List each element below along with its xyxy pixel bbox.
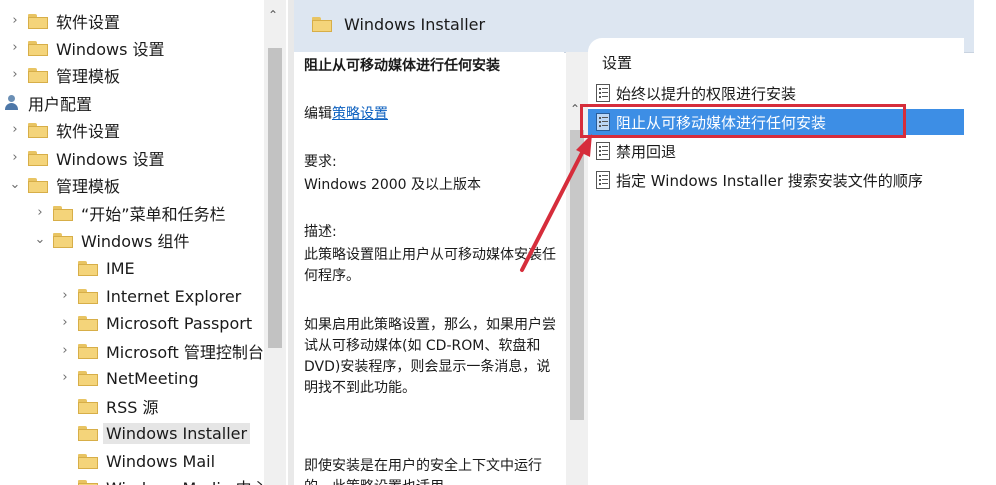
folder-icon (28, 122, 48, 138)
description-pane: 阻止从可移动媒体进行任何安装 编辑策略设置 要求: Windows 2000 及… (294, 52, 564, 485)
folder-icon (78, 288, 98, 304)
tree-item-software-settings[interactable]: › 软件设置 (8, 8, 120, 34)
chevron-right-icon[interactable]: › (58, 344, 72, 358)
requirements-value: Windows 2000 及以上版本 (304, 177, 482, 193)
folder-icon (28, 13, 48, 29)
folder-icon (53, 232, 73, 248)
chevron-right-icon[interactable]: › (8, 151, 22, 165)
chevron-right-icon[interactable]: › (58, 371, 72, 385)
tree-item-mmc[interactable]: › Microsoft 管理控制台 (58, 338, 264, 364)
chevron-right-icon[interactable]: › (33, 206, 47, 220)
requirements-label: 要求: (304, 154, 337, 170)
policy-setting-icon (596, 171, 610, 189)
policy-title: 阻止从可移动媒体进行任何安装 (304, 58, 500, 74)
tree-item-label: Windows Mail (106, 451, 216, 471)
folder-icon (78, 343, 98, 359)
tree-item-ime[interactable]: IME (58, 255, 135, 281)
policy-row-label: 禁用回退 (616, 142, 677, 161)
folder-icon (28, 40, 48, 56)
tree-item-label: Microsoft 管理控制台 (106, 343, 264, 362)
details-header-title: Windows Installer (344, 15, 486, 34)
chevron-right-icon[interactable]: › (8, 68, 22, 82)
chevron-right-icon[interactable]: › (8, 14, 22, 28)
chevron-right-icon[interactable]: › (58, 316, 72, 330)
edit-policy-link[interactable]: 策略设置 (332, 106, 388, 122)
folder-icon (78, 260, 98, 276)
tree-item-label: 管理模板 (56, 67, 121, 86)
tree-item-label: Windows Installer (103, 422, 251, 444)
description-text: 此策略设置阻止用户从可移动媒体安装任何程序。 (304, 247, 556, 284)
folder-icon (78, 315, 98, 331)
description-scrollbar-thumb[interactable] (570, 130, 584, 420)
chevron-down-icon[interactable]: ⌄ (8, 178, 22, 192)
tree-item-admin-templates[interactable]: › 管理模板 (8, 62, 120, 88)
policy-setting-icon (596, 142, 610, 160)
tree-item-label: 管理模板 (56, 177, 121, 196)
tree-item-microsoft-passport[interactable]: › Microsoft Passport (58, 310, 252, 336)
tree-item-label: NetMeeting (106, 368, 199, 388)
tree-item-label: Windows 组件 (81, 232, 190, 251)
edit-policy-line: 编辑策略设置 (304, 104, 559, 125)
folder-icon (78, 398, 98, 414)
folder-icon (78, 425, 98, 441)
tree-item-label: RSS 源 (106, 398, 159, 417)
tree-item-label: 用户配置 (28, 95, 93, 114)
tree-item-windows-components[interactable]: ⌄ Windows 组件 (33, 227, 190, 253)
annotation-highlight-box (580, 104, 906, 138)
chevron-right-icon[interactable]: › (8, 41, 22, 55)
policy-row-search-order[interactable]: 指定 Windows Installer 搜索安装文件的顺序 (588, 167, 964, 193)
tree-item-internet-explorer[interactable]: › Internet Explorer (58, 283, 241, 309)
folder-icon (312, 17, 332, 32)
policy-row-label: 始终以提升的权限进行安装 (616, 84, 797, 103)
chevron-down-icon[interactable]: ⌄ (33, 233, 47, 247)
tree-item-windows-installer[interactable]: Windows Installer (58, 420, 251, 446)
enabled-behavior-text: 如果启用此策略设置，那么，如果用户尝试从可移动媒体(如 CD-ROM、软盘和 D… (304, 317, 556, 396)
folder-icon (53, 205, 73, 221)
folder-icon (28, 177, 48, 193)
tree-item-label: Internet Explorer (106, 286, 242, 306)
tree-item-rss[interactable]: RSS 源 (58, 393, 159, 419)
description-label: 描述: (304, 224, 337, 240)
tree-item-netmeeting[interactable]: › NetMeeting (58, 365, 199, 391)
tree-item-windows-settings[interactable]: › Windows 设置 (8, 35, 165, 61)
tree-item-label: 软件设置 (56, 13, 121, 32)
tree-item-label: Microsoft Passport (106, 313, 253, 333)
tree-scrollbar-thumb[interactable] (268, 48, 282, 348)
tree-item-windows-media-center[interactable]: Windows Media 中心 (58, 474, 268, 485)
folder-icon (78, 370, 98, 386)
tree-item-start-menu-taskbar[interactable]: › “开始”菜单和任务栏 (33, 200, 226, 226)
folder-icon (28, 150, 48, 166)
scroll-up-icon[interactable]: ⌃ (570, 102, 580, 116)
policy-setting-icon (596, 84, 610, 102)
tree-item-label: Windows 设置 (56, 150, 165, 169)
tree-item-user-software-settings[interactable]: › 软件设置 (8, 117, 120, 143)
tree-item-label: Windows 设置 (56, 40, 165, 59)
policy-row-always-elevated[interactable]: 始终以提升的权限进行安装 (588, 80, 964, 106)
policy-row-label: 指定 Windows Installer 搜索安装文件的顺序 (616, 171, 923, 190)
tree-item-user-configuration[interactable]: 用户配置 (4, 90, 92, 116)
tree-item-windows-mail[interactable]: Windows Mail (58, 448, 215, 474)
tree-item-label: 软件设置 (56, 122, 121, 141)
folder-icon (78, 479, 98, 485)
user-icon (4, 94, 22, 112)
navigation-tree: › 软件设置 › Windows 设置 › 管理模板 用户配置 › 软件设置 ›… (0, 0, 288, 485)
scroll-up-icon[interactable]: ⌃ (268, 8, 278, 22)
tree-item-label: “开始”菜单和任务栏 (81, 205, 226, 224)
tree-scrollbar[interactable]: ⌃ (264, 0, 286, 485)
security-context-text: 即使安装是在用户的安全上下文中运行的，此策略设置也适用 (304, 458, 542, 485)
chevron-right-icon[interactable]: › (8, 123, 22, 137)
settings-column-header[interactable]: 设置 (602, 52, 632, 73)
tree-item-label: IME (106, 258, 135, 278)
folder-icon (78, 453, 98, 469)
folder-icon (28, 67, 48, 83)
edit-prefix: 编辑 (304, 106, 332, 122)
chevron-right-icon[interactable]: › (58, 289, 72, 303)
tree-item-user-admin-templates[interactable]: ⌄ 管理模板 (8, 172, 120, 198)
tree-item-user-windows-settings[interactable]: › Windows 设置 (8, 145, 165, 171)
tree-item-label: Windows Media 中心 (106, 475, 268, 485)
policy-row-disable-rollback[interactable]: 禁用回退 (588, 138, 964, 164)
